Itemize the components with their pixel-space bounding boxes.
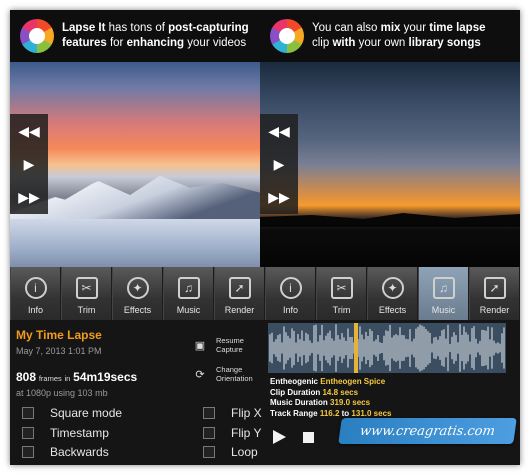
backwards-checkbox[interactable]: Backwards <box>22 445 109 459</box>
lapse-it-logo-icon <box>20 19 54 53</box>
lapse-it-logo-icon <box>270 19 304 53</box>
waveform-selection[interactable] <box>354 323 358 373</box>
rewind-icon[interactable]: ◀◀ <box>268 124 290 138</box>
square-mode-checkbox[interactable]: Square mode <box>22 406 122 420</box>
play-icon[interactable] <box>272 430 286 444</box>
timestamp-checkbox[interactable]: Timestamp <box>22 426 109 440</box>
scissors-icon: ✂ <box>75 277 98 299</box>
flip-y-checkbox[interactable]: Flip Y <box>203 426 261 440</box>
rotate-icon: ⟳ <box>195 368 205 381</box>
playback-controls-right: ◀◀ ▶ ▶▶ <box>260 114 298 214</box>
fast-forward-icon[interactable]: ▶▶ <box>18 190 40 204</box>
resolution-text: at 1080p using 103 mb <box>16 388 108 398</box>
flip-x-checkbox[interactable]: Flip X <box>203 406 262 420</box>
loop-checkbox[interactable]: Loop <box>203 445 258 459</box>
app-screenshots: Lapse It has tons of post-capturing feat… <box>10 10 520 465</box>
waveform[interactable] <box>268 323 506 373</box>
tab-info[interactable]: i Info <box>10 267 61 320</box>
camera-icon: ▣ <box>194 339 206 352</box>
music-icon: ♫ <box>432 277 455 299</box>
tab-trim[interactable]: ✂ Trim <box>316 267 367 320</box>
play-icon[interactable]: ▶ <box>274 157 285 171</box>
header-left: Lapse It has tons of post-capturing feat… <box>10 10 260 62</box>
playback-controls-left: ◀◀ ▶ ▶▶ <box>10 114 48 214</box>
waveform-graph <box>269 324 505 372</box>
tab-effects[interactable]: ✦ Effects <box>112 267 163 320</box>
effects-icon: ✦ <box>381 277 404 299</box>
info-panel: My Time Lapse May 7, 2013 1:01 PM 808 fr… <box>10 320 265 465</box>
watermark: www.creagratis.com <box>338 418 517 444</box>
info-icon: i <box>279 277 302 299</box>
rewind-icon[interactable]: ◀◀ <box>18 124 40 138</box>
header-right-text: You can also mix your time lapse clip wi… <box>312 22 486 49</box>
tab-render[interactable]: ➚ Render <box>214 267 265 320</box>
tab-trim[interactable]: ✂ Trim <box>61 267 112 320</box>
header-right: You can also mix your time lapse clip wi… <box>260 10 520 62</box>
info-icon: i <box>24 277 47 299</box>
tab-render[interactable]: ➚ Render <box>469 267 520 320</box>
tab-toolbar: i Info ✂ Trim ✦ Effects ♫ Music ➚ Render i Inf… <box>10 267 520 320</box>
preview-photo-sunset <box>260 62 520 267</box>
header-left-text: Lapse It has tons of post-capturing feat… <box>62 22 249 49</box>
tab-music[interactable]: ♫ Music <box>418 267 469 320</box>
render-icon: ➚ <box>228 277 251 299</box>
fast-forward-icon[interactable]: ▶▶ <box>268 190 290 204</box>
tab-music[interactable]: ♫ Music <box>163 267 214 320</box>
stop-icon[interactable] <box>303 432 314 443</box>
effects-icon: ✦ <box>126 277 149 299</box>
render-icon: ➚ <box>483 277 506 299</box>
play-icon[interactable]: ▶ <box>24 157 35 171</box>
scissors-icon: ✂ <box>330 277 353 299</box>
change-orientation-button[interactable]: ⟳ Change Orientation <box>194 365 252 383</box>
tab-effects[interactable]: ✦ Effects <box>367 267 418 320</box>
track-info: Entheogenic Entheogen Spice Clip Duratio… <box>270 377 392 418</box>
tab-info[interactable]: i Info <box>265 267 316 320</box>
music-icon: ♫ <box>177 277 200 299</box>
resume-capture-button[interactable]: ▣ Resume Capture <box>194 336 244 354</box>
